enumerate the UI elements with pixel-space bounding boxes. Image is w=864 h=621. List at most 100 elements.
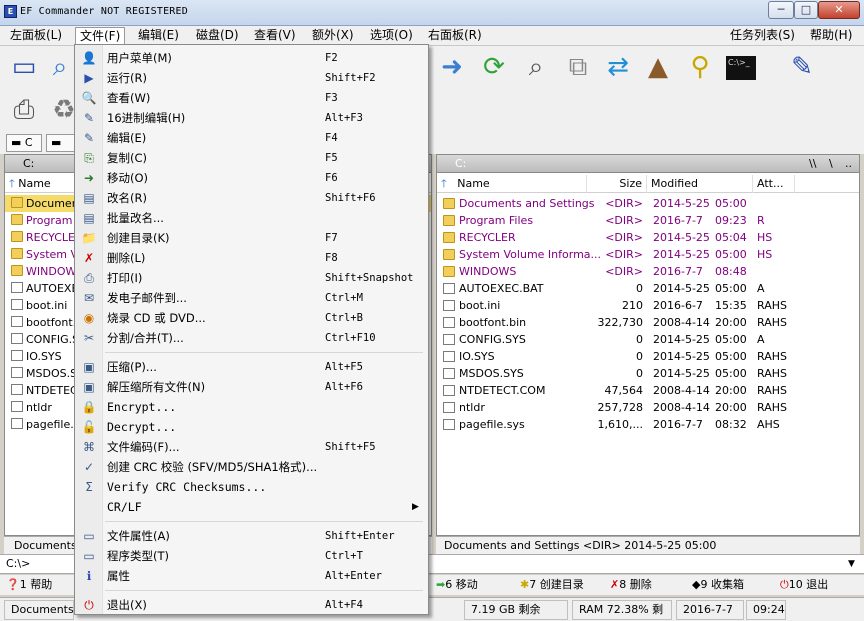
menu-file[interactable]: 文件(F) (75, 27, 125, 44)
file-menu-item[interactable]: 🔒Encrypt... (75, 397, 428, 417)
file-menu-item[interactable]: ▣压缩(P)...Alt+F5 (75, 357, 428, 377)
right-path-bar[interactable]: C: \\ \ .. (437, 155, 859, 173)
file-menu-item[interactable]: ✂分割/合并(T)...Ctrl+F10 (75, 328, 428, 348)
drive-button-c[interactable]: ▬ C (6, 134, 42, 152)
left-file-name: boot.ini (26, 299, 67, 312)
right-file-row[interactable]: IO.SYS02014-5-2505:00RAHS (437, 348, 859, 365)
file-menu-item[interactable]: ▭文件属性(A)Shift+Enter (75, 526, 428, 546)
notepad-icon[interactable]: ✎ (786, 51, 818, 83)
refresh-icon[interactable]: ⟳ (478, 51, 510, 83)
file-menu-item[interactable]: 🔍查看(W)F3 (75, 88, 428, 108)
f8-delete-button[interactable]: ✗8 删除 (610, 575, 652, 595)
right-file-row[interactable]: NTDETECT.COM47,5642008-4-1420:00RAHS (437, 382, 859, 399)
forward-arrow-icon[interactable]: ➜ (436, 51, 468, 83)
search-icon[interactable]: ⌕ (44, 51, 76, 83)
file-menu-item[interactable]: CR/LF▶ (75, 497, 428, 517)
right-file-row[interactable]: boot.ini2102016-6-715:35RAHS (437, 297, 859, 314)
left-panel-icon[interactable]: ▭ (8, 51, 40, 83)
sync-icon[interactable]: ⇄ (602, 51, 634, 83)
right-file-row[interactable]: Documents and Settings<DIR>2014-5-2505:0… (437, 195, 859, 212)
file-menu-item[interactable]: ▭程序类型(T)Ctrl+T (75, 546, 428, 566)
file-menu-item[interactable]: ⌘文件编码(F)...Shift+F5 (75, 437, 428, 457)
command-prompt-icon[interactable]: C:\>_ (726, 56, 756, 80)
file-menu-item[interactable]: ⎙打印(I)Shift+Snapshot (75, 268, 428, 288)
right-col-attr[interactable]: Att... (753, 175, 795, 193)
compare-icon[interactable]: ⧉ (562, 51, 594, 83)
right-file-row[interactable]: ntldr257,7282008-4-1420:00RAHS (437, 399, 859, 416)
file-menu-item[interactable]: ℹ属性Alt+Enter (75, 566, 428, 586)
right-file-size: 47,564 (587, 382, 643, 399)
maximize-button[interactable]: □ (794, 1, 818, 19)
file-menu-item[interactable]: ◉烧录 CD 或 DVD...Ctrl+B (75, 308, 428, 328)
find-file-icon[interactable]: ⌕ (520, 51, 552, 83)
right-file-date: 2008-4-14 (653, 399, 713, 416)
decrypt-icon: 🔓 (81, 419, 97, 435)
menu-edit[interactable]: 编辑(E) (134, 27, 183, 44)
file-menu-item[interactable]: ▤改名(R)Shift+F6 (75, 188, 428, 208)
menu-left-panel[interactable]: 左面板(L) (6, 27, 66, 44)
file-menu-item[interactable]: ✎编辑(E)F4 (75, 128, 428, 148)
file-menu-item[interactable]: ➜移动(O)F6 (75, 168, 428, 188)
file-menu-item-shortcut: Shift+Enter (325, 528, 395, 544)
file-menu-item-label: 打印(I) (107, 270, 142, 286)
drive-button-d[interactable]: ▬ D (46, 134, 76, 152)
nav-backslash-button[interactable]: \ (829, 155, 833, 172)
history-dropdown-icon[interactable]: ▼ (848, 555, 855, 573)
right-col-name[interactable]: 🡑 Name (437, 175, 587, 193)
file-menu-item[interactable]: ▣解压缩所有文件(N)Alt+F6 (75, 377, 428, 397)
right-file-row[interactable]: Program Files<DIR>2016-7-709:23R (437, 212, 859, 229)
menu-view[interactable]: 查看(V) (250, 27, 300, 44)
search-folder-icon[interactable]: ⚲ (684, 51, 716, 83)
nav-root-button[interactable]: \\ (809, 155, 816, 172)
menu-tasklist[interactable]: 任务列表(S) (726, 27, 799, 44)
f1-help-button[interactable]: ❓1 帮助 (6, 575, 52, 595)
right-file-row[interactable]: WINDOWS<DIR>2016-7-708:48 (437, 263, 859, 280)
sort-asc-icon: 🡑 (441, 177, 447, 190)
status-selection: Documents (4, 600, 74, 620)
right-file-size: 0 (587, 348, 643, 365)
minimize-button[interactable]: ─ (768, 1, 794, 19)
printer-icon[interactable]: ⎙ (8, 94, 40, 126)
file-menu-item[interactable]: ✎16进制编辑(H)Alt+F3 (75, 108, 428, 128)
right-file-date: 2016-6-7 (653, 297, 713, 314)
right-file-row[interactable]: CONFIG.SYS02014-5-2505:00A (437, 331, 859, 348)
f10-exit-button[interactable]: ⏻10 退出 (780, 575, 828, 595)
pyramid-icon[interactable]: ▲ (642, 51, 674, 83)
right-file-row[interactable]: MSDOS.SYS02014-5-2505:00RAHS (437, 365, 859, 382)
file-menu-item-shortcut: Ctrl+F10 (325, 330, 376, 346)
f7-mkdir-button[interactable]: ✱7 创建目录 (520, 575, 584, 595)
menu-disk[interactable]: 磁盘(D) (192, 27, 243, 44)
menu-options[interactable]: 选项(O) (366, 27, 417, 44)
close-button[interactable]: ✕ (818, 1, 860, 19)
file-menu-item[interactable]: ΣVerify CRC Checksums... (75, 477, 428, 497)
file-menu-item[interactable]: ▤批量改名... (75, 208, 428, 228)
right-file-row[interactable]: pagefile.sys1,610,...2016-7-708:32AHS (437, 416, 859, 433)
right-file-attr: RAHS (757, 297, 797, 314)
hdd-icon: ▬ (11, 136, 25, 149)
right-file-size: <DIR> (587, 195, 643, 212)
menu-extra[interactable]: 额外(X) (308, 27, 358, 44)
f6-move-button[interactable]: ➡6 移动 (436, 575, 478, 595)
file-menu-item[interactable]: 🔓Decrypt... (75, 417, 428, 437)
file-menu-item[interactable]: ⎘复制(C)F5 (75, 148, 428, 168)
right-file-row[interactable]: AUTOEXEC.BAT02014-5-2505:00A (437, 280, 859, 297)
file-menu-item[interactable]: ✓创建 CRC 校验 (SFV/MD5/SHA1格式)... (75, 457, 428, 477)
file-menu-item[interactable]: ⏻退出(X)Alt+F4 (75, 595, 428, 615)
f9-collect-button[interactable]: ◆9 收集箱 (692, 575, 744, 595)
right-drive-label: C: (455, 157, 466, 170)
right-file-row[interactable]: RECYCLER<DIR>2014-5-2505:04HS (437, 229, 859, 246)
right-col-modified[interactable]: Modified (647, 175, 753, 193)
file-menu-item[interactable]: ✉发电子邮件到...Ctrl+M (75, 288, 428, 308)
right-col-size[interactable]: Size (587, 175, 647, 193)
file-menu-item[interactable]: 👤用户菜单(M)F2 (75, 48, 428, 68)
file-menu-item-shortcut: F8 (325, 250, 338, 266)
file-menu-item[interactable]: 📁创建目录(K)F7 (75, 228, 428, 248)
menu-right-panel[interactable]: 右面板(R) (424, 27, 486, 44)
file-menu-item[interactable]: ▶运行(R)Shift+F2 (75, 68, 428, 88)
menu-help[interactable]: 帮助(H) (806, 27, 856, 44)
right-file-row[interactable]: bootfont.bin322,7302008-4-1420:00RAHS (437, 314, 859, 331)
nav-parent-button[interactable]: .. (845, 155, 852, 172)
right-file-row[interactable]: System Volume Informa...<DIR>2014-5-2505… (437, 246, 859, 263)
file-menu-item[interactable]: ✗删除(L)F8 (75, 248, 428, 268)
file-menu-item-label: 改名(R) (107, 190, 147, 206)
